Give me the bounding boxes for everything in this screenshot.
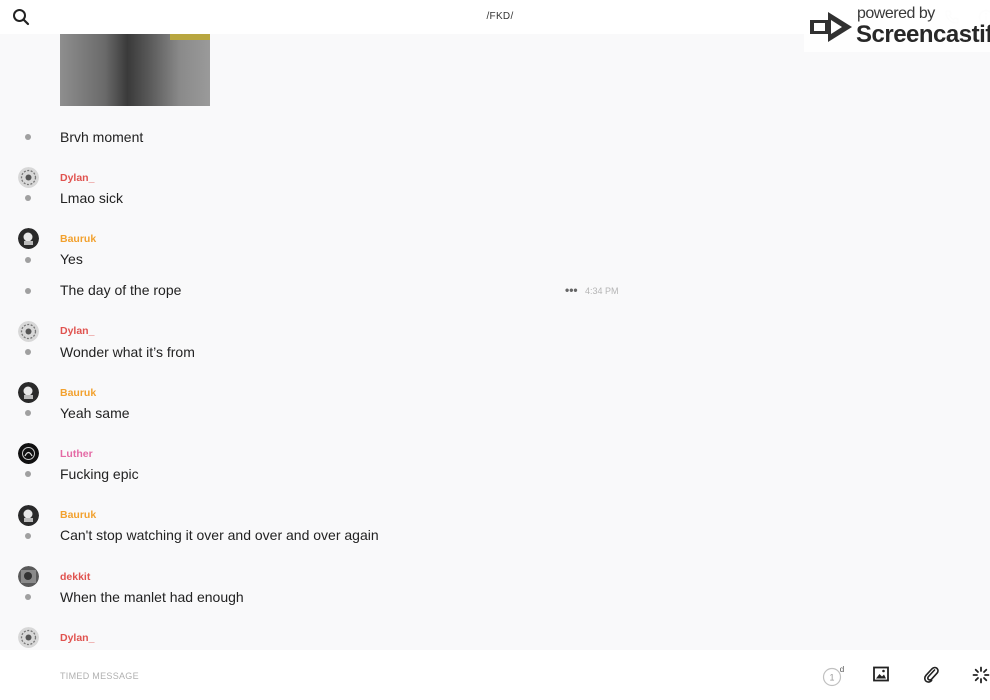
message-text: When the manlet had enough — [60, 589, 244, 605]
message-bullet — [25, 195, 31, 201]
timer-icon[interactable]: 1 d — [822, 665, 846, 687]
avatar[interactable] — [18, 321, 39, 342]
message-timestamp: 4:34 PM — [585, 286, 619, 296]
message-text: The day of the rope — [60, 282, 182, 298]
message-author[interactable]: Dylan_ — [60, 172, 94, 184]
message-text: Yes — [60, 251, 83, 267]
message-bullet — [25, 410, 31, 416]
message-text: Fucking epic — [60, 466, 139, 482]
sparkle-icon[interactable] — [972, 666, 990, 684]
message-bullet — [25, 349, 31, 355]
message-bullet — [25, 257, 31, 263]
image-detail — [170, 34, 210, 40]
avatar[interactable] — [18, 443, 39, 464]
message-author[interactable]: Luther — [60, 448, 93, 460]
message-author[interactable]: Bauruk — [60, 233, 96, 245]
message-bullet — [25, 471, 31, 477]
paperclip-icon[interactable] — [923, 665, 939, 683]
avatar[interactable] — [18, 505, 39, 526]
screencastify-logo-icon — [810, 12, 852, 42]
timer-unit: d — [840, 665, 844, 674]
message-text: Lmao sick — [60, 190, 124, 206]
message-author[interactable]: Bauruk — [60, 509, 96, 521]
message-author[interactable]: dekkit — [60, 571, 90, 583]
avatar[interactable] — [18, 627, 39, 648]
message-bullet — [25, 288, 31, 294]
avatar[interactable] — [18, 228, 39, 249]
timer-count: 1 — [829, 673, 834, 683]
message-bullet — [25, 134, 31, 140]
message-text: Can't stop watching it over and over and… — [60, 527, 379, 543]
avatar[interactable] — [18, 566, 39, 587]
message-input[interactable] — [60, 667, 660, 685]
message-bullet — [25, 594, 31, 600]
message-author[interactable]: Dylan_ — [60, 632, 94, 644]
screencastify-watermark: powered by Screencastify — [804, 2, 990, 52]
message-text: Wonder what it’s from — [60, 344, 195, 360]
avatar[interactable] — [18, 167, 39, 188]
image-icon[interactable] — [873, 666, 889, 682]
message-text: Yeah same — [60, 405, 130, 421]
message-author[interactable]: Dylan_ — [60, 325, 94, 337]
message-composer: 1 d — [0, 650, 990, 700]
more-options-icon[interactable]: ••• — [565, 283, 578, 297]
image-attachment[interactable] — [60, 34, 210, 106]
message-bullet — [25, 533, 31, 539]
avatar[interactable] — [18, 382, 39, 403]
watermark-brand-text: Screencastify — [856, 21, 990, 48]
message-text: Brvh moment — [60, 129, 144, 145]
message-author[interactable]: Bauruk — [60, 387, 96, 399]
